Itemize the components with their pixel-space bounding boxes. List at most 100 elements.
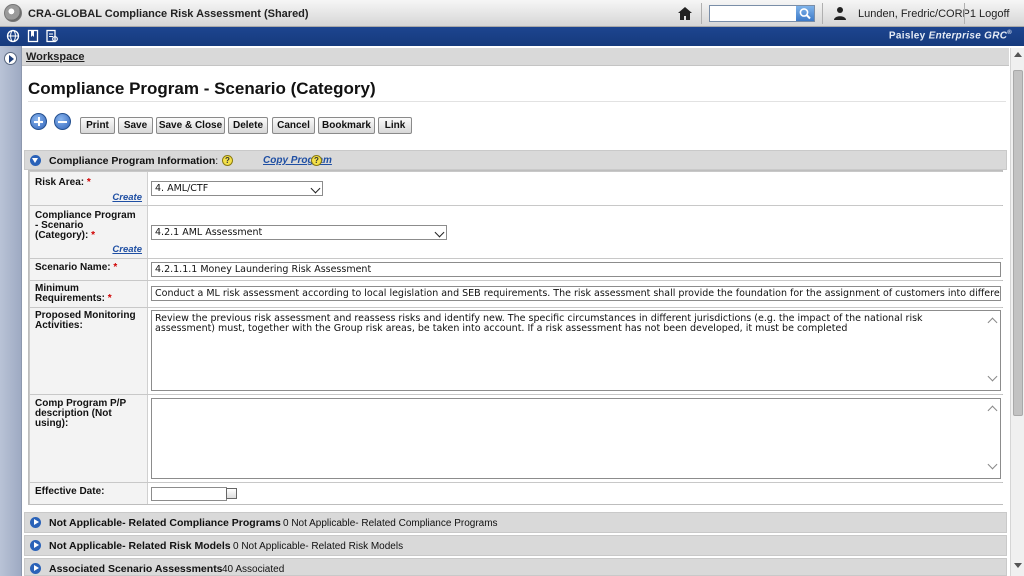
form-row-comp-program-pp: Comp Program P/P description (Not using)… xyxy=(30,395,1003,482)
add-icon[interactable] xyxy=(30,113,47,130)
report-icon[interactable] xyxy=(45,29,59,43)
chevron-down-icon xyxy=(310,183,321,194)
bookmark-button[interactable]: Bookmark xyxy=(318,117,375,134)
scroll-up-icon[interactable] xyxy=(987,317,998,328)
form-row-proposed-monitoring: Proposed Monitoring Activities: Review t… xyxy=(30,308,1003,394)
label-line: Activities: xyxy=(35,320,83,331)
label-cell: Risk Area: * Create xyxy=(30,172,148,205)
user-icon xyxy=(834,7,846,20)
comp-program-pp-label: Comp Program P/P description (Not using)… xyxy=(35,399,126,429)
compliance-program-form: Risk Area: * Create 4. AML/CTF Complianc… xyxy=(28,170,1003,505)
risk-area-label-text: Risk Area: xyxy=(35,177,85,188)
brand-name: Paisley xyxy=(888,30,926,42)
section-title: Compliance Program Information: xyxy=(49,155,218,167)
scenario-name-input[interactable]: 4.2.1.1.1 Money Laundering Risk Assessme… xyxy=(151,262,1001,277)
risk-area-value: 4. AML/CTF xyxy=(155,183,209,194)
brand-logo: Paisley Enterprise GRC® xyxy=(889,30,1012,41)
page-scrollbar[interactable] xyxy=(1010,48,1024,576)
expand-icon[interactable] xyxy=(30,540,41,551)
link-button[interactable]: Link xyxy=(378,117,412,134)
label-cell: Scenario Name: * xyxy=(30,259,148,280)
separator xyxy=(822,3,823,24)
search-box xyxy=(709,5,815,22)
risk-area-label: Risk Area: * xyxy=(35,178,91,188)
cancel-button[interactable]: Cancel xyxy=(272,117,315,134)
scroll-up-icon[interactable] xyxy=(1014,52,1022,57)
calendar-icon[interactable] xyxy=(226,488,237,499)
section-title: Associated Scenario Assessments xyxy=(49,563,223,575)
home-icon[interactable] xyxy=(676,5,694,22)
form-row-scenario-name: Scenario Name: * 4.2.1.1.1 Money Launder… xyxy=(30,259,1003,280)
title-bar: CRA-GLOBAL Compliance Risk Assessment (S… xyxy=(0,0,1024,27)
separator xyxy=(701,3,702,24)
form-row-effective-date: Effective Date: xyxy=(30,483,1003,504)
divider xyxy=(28,101,1006,102)
app-title: CRA-GLOBAL Compliance Risk Assessment (S… xyxy=(28,8,309,20)
section-summary: 40 Associated xyxy=(222,564,285,575)
label-cell: Proposed Monitoring Activities: xyxy=(30,308,148,394)
save-close-button[interactable]: Save & Close xyxy=(156,117,225,134)
remove-icon[interactable] xyxy=(54,113,71,130)
main-toolbar: Paisley Enterprise GRC® xyxy=(0,27,1024,46)
chevron-down-icon xyxy=(434,227,445,238)
delete-button[interactable]: Delete xyxy=(228,117,268,134)
textarea-scrollbar[interactable] xyxy=(986,399,1000,478)
label-cell: Minimum Requirements: * xyxy=(30,281,148,307)
label-line: using): xyxy=(35,418,69,429)
scroll-down-icon[interactable] xyxy=(987,371,998,382)
separator xyxy=(964,3,965,24)
scroll-up-icon[interactable] xyxy=(987,405,998,416)
search-button[interactable] xyxy=(796,6,814,21)
label-line: Requirements: xyxy=(35,293,106,304)
logoff-link[interactable]: Logoff xyxy=(979,8,1009,20)
label-cell: Effective Date: xyxy=(30,483,148,504)
scenario-category-value: 4.2.1 AML Assessment xyxy=(155,227,263,238)
help-icon[interactable]: ? xyxy=(222,155,233,166)
section-header-related-risk-models[interactable]: Not Applicable- Related Risk Models 0 No… xyxy=(24,535,1007,556)
effective-date-input[interactable] xyxy=(151,487,227,501)
globe-icon[interactable] xyxy=(6,29,20,43)
help-icon[interactable]: ? xyxy=(311,155,322,166)
breadcrumb: Workspace xyxy=(22,48,1009,66)
bookmarks-icon[interactable] xyxy=(26,29,40,43)
brand-mark: ® xyxy=(1007,30,1012,36)
scenario-category-select[interactable]: 4.2.1 AML Assessment xyxy=(151,225,447,240)
user-name[interactable]: Lunden, Fredric/CORP1 xyxy=(858,8,976,20)
proposed-monitoring-textarea[interactable]: Review the previous risk assessment and … xyxy=(151,310,1001,391)
section-header-associated-scenario-assessments[interactable]: Associated Scenario Assessments 40 Assoc… xyxy=(24,558,1007,576)
scenario-name-label-text: Scenario Name: xyxy=(35,262,111,273)
scroll-thumb[interactable] xyxy=(1013,70,1023,416)
expand-icon[interactable] xyxy=(30,517,41,528)
required-mark: * xyxy=(107,293,112,304)
textarea-scrollbar[interactable] xyxy=(986,311,1000,390)
create-risk-area-link[interactable]: Create xyxy=(112,192,142,203)
scroll-down-icon[interactable] xyxy=(1014,563,1022,568)
effective-date-label: Effective Date: xyxy=(35,486,105,497)
page-title: Compliance Program - Scenario (Category) xyxy=(28,79,376,98)
scenario-name-label: Scenario Name: * xyxy=(35,263,117,273)
breadcrumb-workspace-link[interactable]: Workspace xyxy=(26,51,85,63)
minimum-requirements-label: Minimum Requirements: * xyxy=(35,284,112,304)
create-scenario-category-link[interactable]: Create xyxy=(112,244,142,255)
form-row-scenario-category: Compliance Program - Scenario (Category)… xyxy=(30,206,1003,258)
expand-icon[interactable] xyxy=(30,563,41,574)
required-mark: * xyxy=(113,262,118,273)
section-summary: 0 Not Applicable- Related Risk Models xyxy=(233,541,404,552)
sidebar-expand-icon[interactable] xyxy=(4,52,17,65)
scenario-category-label: Compliance Program - Scenario (Category)… xyxy=(35,211,136,241)
risk-area-select[interactable]: 4. AML/CTF xyxy=(151,181,323,196)
section-title-text: Compliance Program Information xyxy=(49,155,216,167)
search-input[interactable] xyxy=(710,6,797,21)
collapse-icon[interactable] xyxy=(30,155,41,166)
print-button[interactable]: Print xyxy=(80,117,115,134)
section-title: Not Applicable- Related Compliance Progr… xyxy=(49,517,281,529)
comp-program-pp-textarea[interactable] xyxy=(151,398,1001,479)
scroll-down-icon[interactable] xyxy=(987,459,998,470)
proposed-monitoring-label: Proposed Monitoring Activities: xyxy=(35,311,136,331)
required-mark: * xyxy=(86,177,91,188)
required-mark: * xyxy=(91,230,96,241)
minimum-requirements-input[interactable]: Conduct a ML risk assessment according t… xyxy=(151,286,1001,301)
label-line: (Category): xyxy=(35,230,89,241)
save-button[interactable]: Save xyxy=(118,117,153,134)
section-header-related-compliance-programs[interactable]: Not Applicable- Related Compliance Progr… xyxy=(24,512,1007,533)
